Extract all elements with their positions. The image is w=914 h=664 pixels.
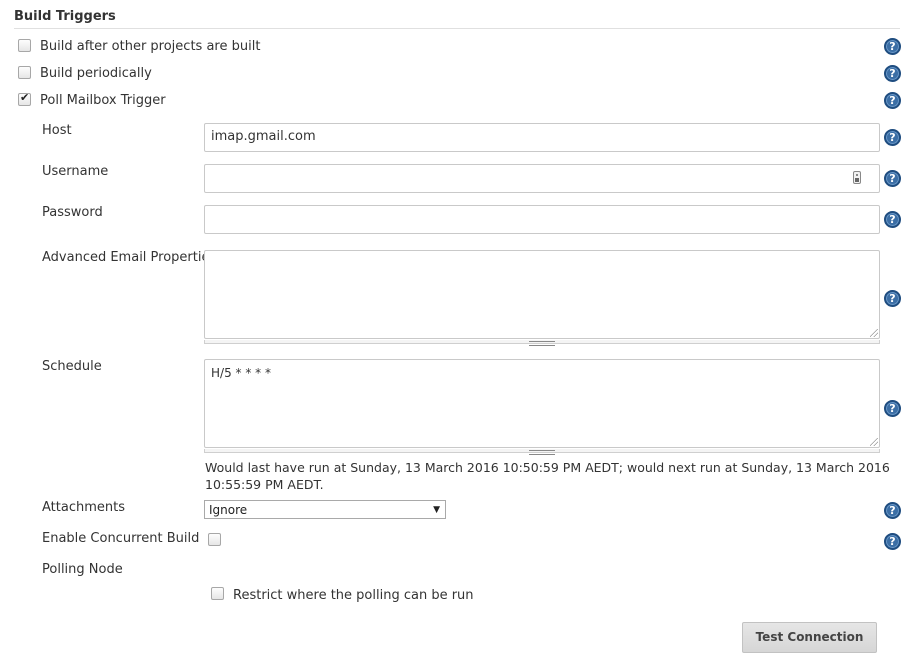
section-title-build-triggers: Build Triggers [14,9,116,24]
chevron-down-icon: ▼ [433,505,440,515]
polling-node-label: Polling Node [42,562,123,577]
schedule-textarea[interactable]: H/5 * * * * [204,359,880,448]
help-icon[interactable]: ? [884,211,901,228]
password-input[interactable] [204,205,880,234]
attachments-selected-value: Ignore [209,503,248,517]
test-connection-button[interactable]: Test Connection [742,622,877,653]
advanced-email-properties-label: Advanced Email Properties [42,250,217,265]
build-after-other-projects-checkbox[interactable] [18,39,31,52]
restrict-polling-label: Restrict where the polling can be run [233,588,474,603]
help-icon[interactable]: ? [884,400,901,417]
schedule-run-note-line-1: Would last have run at Sunday, 13 March … [205,460,890,475]
enable-concurrent-build-checkbox[interactable] [208,533,221,546]
help-icon[interactable]: ? [884,38,901,55]
schedule-run-note: Would last have run at Sunday, 13 March … [205,459,890,493]
help-icon[interactable]: ? [884,92,901,109]
build-after-other-projects-label: Build after other projects are built [40,39,261,54]
grip-lines-icon [529,341,555,346]
host-label: Host [42,123,72,138]
help-icon[interactable]: ? [884,502,901,519]
enable-concurrent-build-label: Enable Concurrent Build [42,531,200,546]
restrict-polling-checkbox[interactable] [211,587,224,600]
schedule-run-note-line-2: 10:55:59 PM AEDT. [205,477,324,492]
grip-lines-icon [529,450,555,455]
help-icon[interactable]: ? [884,129,901,146]
host-input[interactable]: imap.gmail.com [204,123,880,152]
poll-mailbox-trigger-checkbox[interactable] [18,91,31,106]
poll-mailbox-trigger-label: Poll Mailbox Trigger [40,93,166,108]
build-periodically-label: Build periodically [40,66,152,81]
attachments-select[interactable]: Ignore ▼ [204,500,446,519]
attachments-label: Attachments [42,500,125,515]
username-label: Username [42,164,109,179]
textarea-resize-corner[interactable] [870,329,878,337]
advanced-email-properties-textarea[interactable] [204,250,880,339]
password-label: Password [42,205,103,220]
help-icon[interactable]: ? [884,170,901,187]
help-icon[interactable]: ? [884,65,901,82]
credentials-key-icon[interactable] [853,171,861,184]
build-periodically-checkbox[interactable] [18,66,31,79]
textarea-resize-corner[interactable] [870,438,878,446]
username-input[interactable] [204,164,880,193]
section-divider [14,28,900,29]
help-icon[interactable]: ? [884,533,901,550]
schedule-label: Schedule [42,359,102,374]
help-icon[interactable]: ? [884,290,901,307]
